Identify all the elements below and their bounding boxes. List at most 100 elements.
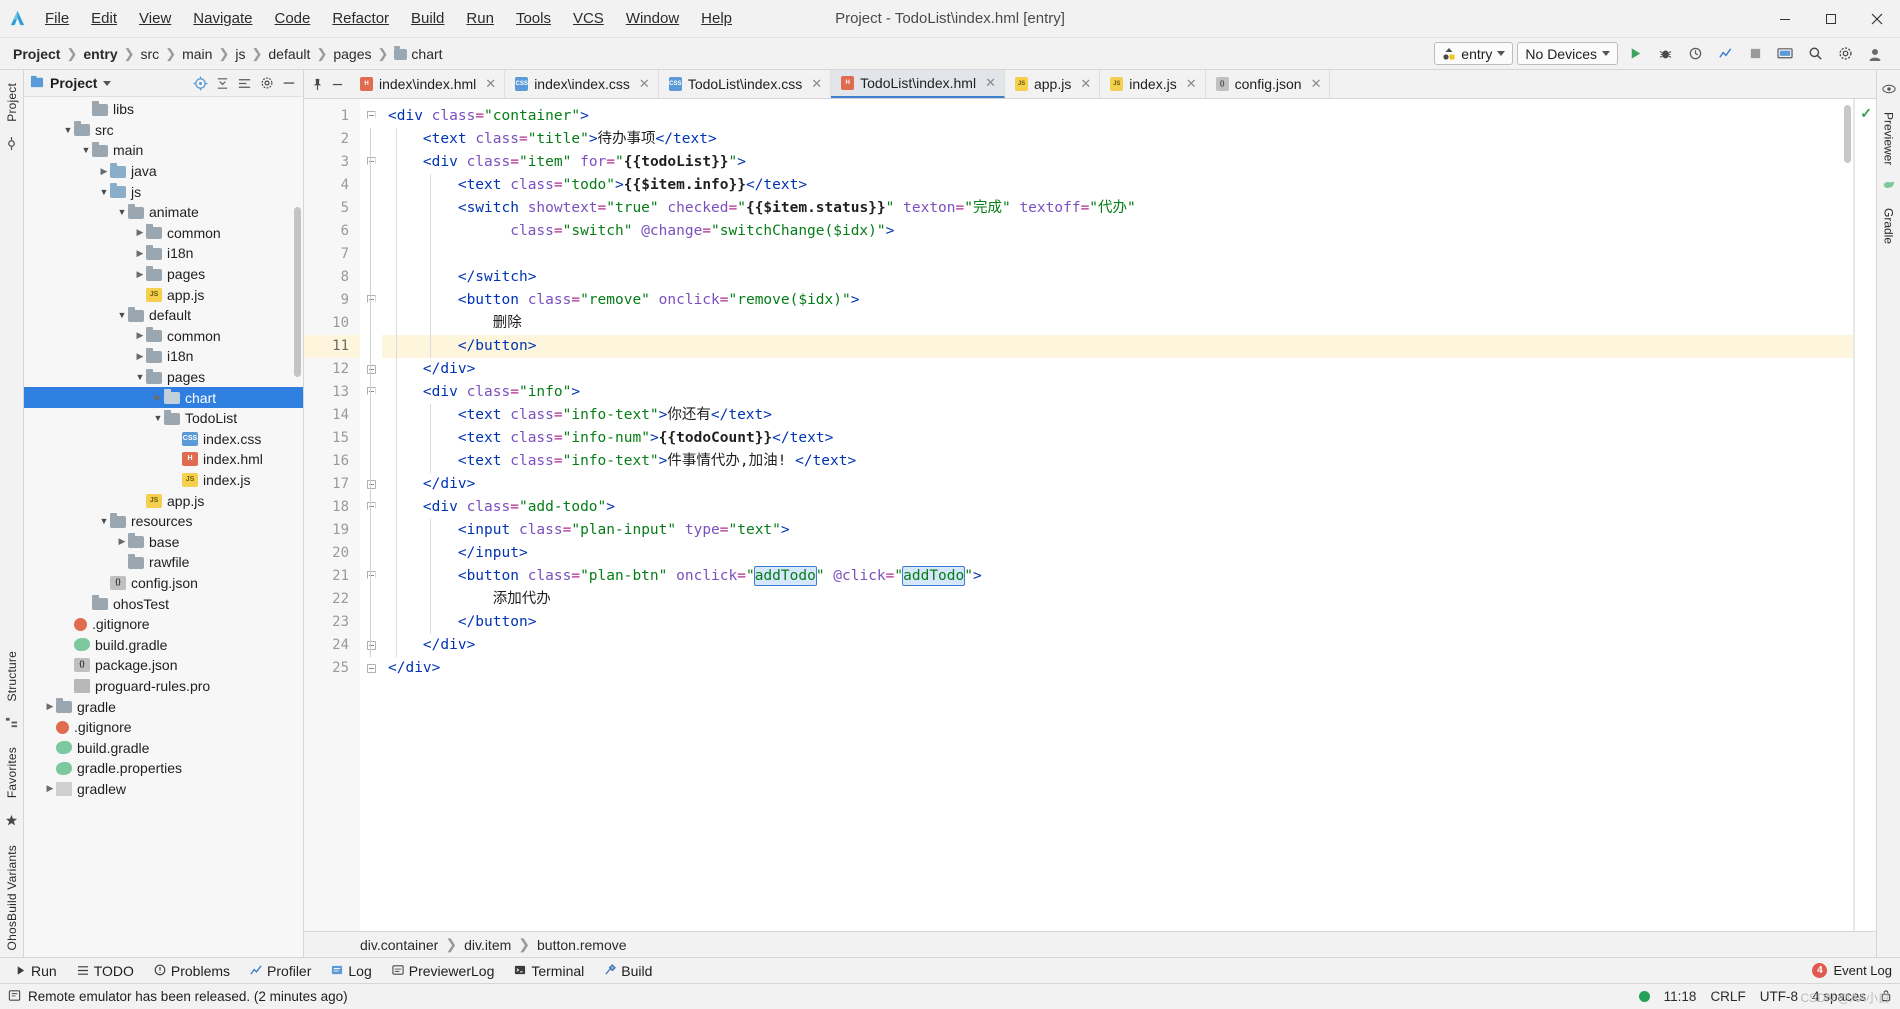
menu-tools[interactable]: Tools bbox=[505, 6, 562, 31]
tree-item-app-js[interactable]: JS app.js bbox=[24, 490, 303, 511]
rail-gradle-button[interactable]: Gradle bbox=[1882, 201, 1896, 251]
stop-button[interactable] bbox=[1742, 41, 1768, 67]
chevron-down-icon[interactable]: ▼ bbox=[62, 125, 74, 135]
rail-commit-icon[interactable] bbox=[5, 131, 18, 159]
code-editor[interactable]: 1 2 3 4 5 6 7 8 9 10 11 12 13 14 15 16 17 18 19 20 21 22 23 24 2… bbox=[304, 99, 1876, 931]
fold-toggle-icon[interactable] bbox=[366, 387, 376, 398]
tree-item--gitignore[interactable]: .gitignore bbox=[24, 614, 303, 635]
chevron-right-icon[interactable]: ▶ bbox=[44, 783, 56, 794]
close-button[interactable] bbox=[1854, 0, 1900, 38]
menu-help[interactable]: Help bbox=[690, 6, 743, 31]
breadcrumb-default[interactable]: default bbox=[265, 46, 313, 62]
chevron-right-icon[interactable]: ▶ bbox=[134, 227, 146, 238]
fold-marker[interactable] bbox=[360, 496, 382, 519]
tree-item-pages[interactable]: ▼ pages bbox=[24, 367, 303, 388]
close-icon[interactable]: ✕ bbox=[1186, 76, 1197, 92]
tree-item--gitignore[interactable]: .gitignore bbox=[24, 717, 303, 738]
breadcrumb-chart[interactable]: chart bbox=[391, 45, 445, 62]
code-line[interactable] bbox=[382, 243, 1876, 266]
editor-tab-todolist-index-hml[interactable]: H TodoList\index.hml ✕ bbox=[831, 70, 1005, 98]
debug-button[interactable] bbox=[1652, 41, 1678, 67]
menu-window[interactable]: Window bbox=[615, 6, 690, 31]
fold-toggle-icon[interactable] bbox=[366, 365, 376, 374]
code-line[interactable]: <text class="title">待办事项</text> bbox=[382, 128, 1876, 151]
chevron-down-icon[interactable]: ▼ bbox=[116, 207, 128, 217]
attach-debugger-button[interactable] bbox=[1682, 41, 1708, 67]
editor-tab-index-index-hml[interactable]: Hindex\index.hml ✕ bbox=[350, 70, 506, 98]
tree-item-i18n[interactable]: ▶ i18n bbox=[24, 346, 303, 367]
editor-tab-app-js[interactable]: JS app.js ✕ bbox=[1004, 70, 1101, 98]
rail-structure-icon[interactable] bbox=[5, 710, 18, 738]
code-folding-gutter[interactable] bbox=[360, 99, 382, 931]
tree-item-java[interactable]: ▶ java bbox=[24, 161, 303, 182]
code-line[interactable]: </div> bbox=[382, 634, 1876, 657]
chevron-down-icon[interactable]: ▼ bbox=[98, 187, 110, 197]
project-scrollbar[interactable] bbox=[294, 207, 301, 377]
menu-bar[interactable]: File Edit View Navigate Code Refactor Bu… bbox=[34, 6, 743, 31]
tree-item-config-json[interactable]: {} config.json bbox=[24, 573, 303, 594]
tree-item-i18n[interactable]: ▶ i18n bbox=[24, 243, 303, 264]
tree-item-js[interactable]: ▼ js bbox=[24, 181, 303, 202]
fold-marker[interactable] bbox=[360, 289, 382, 312]
rail-star-icon[interactable] bbox=[5, 808, 18, 836]
fold-toggle-icon[interactable] bbox=[366, 664, 376, 673]
menu-code[interactable]: Code bbox=[263, 6, 321, 31]
editor-crumb-0[interactable]: div.container bbox=[360, 937, 438, 953]
breadcrumb[interactable]: Project ❯ entry ❯ src ❯ main ❯ js ❯ defa… bbox=[6, 45, 446, 62]
menu-vcs[interactable]: VCS bbox=[562, 6, 615, 31]
fold-marker[interactable] bbox=[360, 381, 382, 404]
rail-build-variants-button[interactable]: OhosBuild Variants bbox=[5, 838, 19, 957]
event-log-button[interactable]: Event Log bbox=[1833, 963, 1892, 978]
tree-item-build-gradle[interactable]: build.gradle bbox=[24, 634, 303, 655]
tree-item-gradle[interactable]: ▶ gradle bbox=[24, 696, 303, 717]
close-icon[interactable]: ✕ bbox=[985, 75, 996, 91]
toolwin-todo[interactable]: TODO bbox=[68, 961, 143, 981]
fold-toggle-icon[interactable] bbox=[366, 502, 376, 513]
fold-toggle-icon[interactable] bbox=[366, 157, 376, 168]
code-line[interactable]: <text class="info-num">{{todoCount}}</te… bbox=[382, 427, 1876, 450]
run-button[interactable] bbox=[1622, 41, 1648, 67]
menu-build[interactable]: Build bbox=[400, 6, 455, 31]
toolwin-problems[interactable]: Problems bbox=[145, 961, 239, 981]
pin-tab-icon[interactable] bbox=[308, 75, 326, 93]
code-line[interactable]: <switch showtext="true" checked="{{$item… bbox=[382, 197, 1876, 220]
tree-item-libs[interactable]: libs bbox=[24, 99, 303, 120]
module-selector[interactable]: entry bbox=[1434, 42, 1514, 65]
maximize-button[interactable] bbox=[1808, 0, 1854, 38]
fold-marker[interactable] bbox=[360, 358, 382, 381]
line-separator-label[interactable]: CRLF bbox=[1710, 989, 1745, 1004]
collapse-all-icon[interactable] bbox=[214, 75, 231, 92]
project-tree[interactable]: libs ▼ src ▼ main ▶ java ▼ js ▼ animate ▶ common ▶ i18… bbox=[24, 97, 303, 957]
breadcrumb-js[interactable]: js bbox=[232, 46, 248, 62]
editor-tab-todolist-index-css[interactable]: CSS TodoList\index.css ✕ bbox=[658, 70, 832, 98]
code-line[interactable]: </button> bbox=[382, 611, 1876, 634]
rail-previewer-button[interactable]: Previewer bbox=[1882, 105, 1896, 172]
breadcrumb-project[interactable]: Project bbox=[10, 46, 63, 62]
breadcrumb-src[interactable]: src bbox=[138, 46, 163, 62]
tree-item-animate[interactable]: ▼ animate bbox=[24, 202, 303, 223]
chevron-right-icon[interactable]: ▶ bbox=[98, 166, 110, 177]
breadcrumb-entry[interactable]: entry bbox=[80, 46, 120, 62]
fold-toggle-icon[interactable] bbox=[366, 480, 376, 489]
tree-item-index-hml[interactable]: Hindex.hml bbox=[24, 449, 303, 470]
fold-marker[interactable] bbox=[360, 657, 382, 680]
chevron-right-icon[interactable]: ▶ bbox=[134, 248, 146, 259]
toolwin-profiler[interactable]: Profiler bbox=[241, 961, 320, 981]
tree-item-default[interactable]: ▼ default bbox=[24, 305, 303, 326]
close-icon[interactable]: ✕ bbox=[1311, 76, 1322, 92]
editor-tab-config-json[interactable]: {} config.json ✕ bbox=[1205, 70, 1331, 98]
rail-favorites-button[interactable]: Favorites bbox=[5, 740, 19, 805]
tree-item-todolist[interactable]: ▼ TodoList bbox=[24, 408, 303, 429]
tree-item-common[interactable]: ▶ common bbox=[24, 223, 303, 244]
rail-project-button[interactable]: Project bbox=[5, 76, 19, 129]
editor-tab-index-index-css[interactable]: CSS index\index.css ✕ bbox=[505, 70, 659, 98]
device-manager-button[interactable] bbox=[1772, 41, 1798, 67]
fold-marker[interactable] bbox=[360, 151, 382, 174]
code-line[interactable]: </div> bbox=[382, 358, 1876, 381]
breadcrumb-pages[interactable]: pages bbox=[330, 46, 374, 62]
menu-edit[interactable]: Edit bbox=[80, 6, 128, 31]
chevron-right-icon[interactable]: ▶ bbox=[134, 330, 146, 341]
tree-item-proguard-rules-pro[interactable]: proguard-rules.pro bbox=[24, 676, 303, 697]
chevron-down-icon[interactable]: ▼ bbox=[80, 145, 92, 155]
tree-item-ohostest[interactable]: ohosTest bbox=[24, 593, 303, 614]
